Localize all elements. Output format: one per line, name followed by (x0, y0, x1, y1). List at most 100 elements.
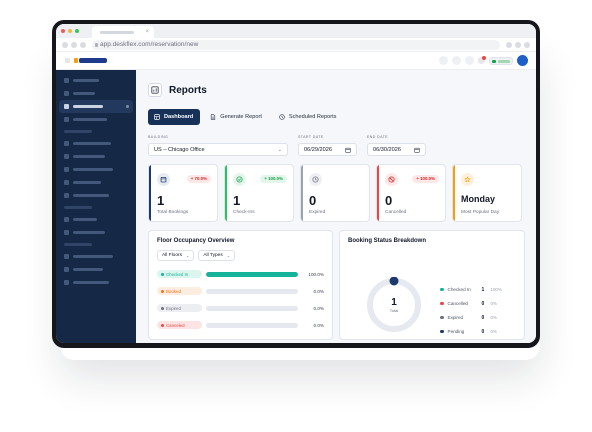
nav-icon (64, 230, 69, 235)
sidebar-item[interactable] (59, 263, 133, 276)
stat-card-most-popular-day[interactable]: Monday Most Popular Day (452, 164, 522, 222)
tab-dashboard[interactable]: Dashboard (148, 109, 201, 125)
occupancy-row: Expired 0.0% (157, 304, 324, 312)
browser-tab[interactable]: × (92, 26, 154, 38)
charts-row: Floor Occupancy Overview All Floors ⌄ All… (148, 230, 525, 340)
reload-icon[interactable] (80, 42, 86, 48)
nav-icon (64, 154, 69, 159)
stat-value: 0 (309, 193, 317, 208)
nav-label-placeholder (73, 218, 97, 221)
nav-label-placeholder (73, 168, 113, 171)
occupancy-bar (206, 288, 298, 294)
legend-item: Expired 0 0% (440, 314, 502, 321)
extension-icon[interactable] (506, 42, 512, 48)
chevron-down-icon: ⌄ (277, 146, 282, 153)
sidebar-item[interactable] (59, 226, 133, 239)
browser-menu-icon[interactable] (524, 42, 530, 48)
status-legend: Checked In 1 100% Cancelled 0 0% Expired 0 0% … (440, 286, 502, 335)
page-header: Reports (148, 82, 525, 98)
reports-icon (148, 83, 162, 97)
sidebar-section-caption (64, 243, 92, 246)
start-date-input[interactable]: 06/29/2026 (298, 143, 357, 156)
notification-icon[interactable] (478, 56, 486, 64)
close-tab-icon[interactable]: × (145, 28, 149, 36)
profile-icon[interactable] (515, 42, 521, 48)
nav-label-placeholder (73, 118, 107, 121)
tab-scheduled-reports[interactable]: Scheduled Reports (273, 109, 344, 125)
sidebar-item[interactable] (59, 113, 133, 126)
sidebar-item[interactable] (59, 74, 133, 87)
settings-icon[interactable] (452, 56, 461, 65)
address-bar[interactable]: app.deskflex.com/reservation/new (92, 40, 500, 50)
status-label: Canceled (166, 322, 185, 328)
status-pill[interactable] (489, 56, 513, 65)
legend-label: Expired (447, 315, 464, 320)
nav-icon (64, 280, 69, 285)
status-label: Checked In (166, 271, 189, 277)
status-pill: Checked In (157, 270, 202, 278)
occupancy-filters: All Floors ⌄ All Types ⌄ (149, 244, 332, 261)
stat-card-total-bookings[interactable]: + 70.0% 1 Total Bookings (148, 164, 218, 222)
sidebar-item[interactable] (59, 189, 133, 202)
stat-card-cancelled[interactable]: + 100.0% 0 Cancelled (376, 164, 446, 222)
nav-label-placeholder (73, 155, 105, 158)
sidebar-item[interactable] (59, 213, 133, 226)
nav-label-placeholder (73, 92, 95, 95)
sidebar-item[interactable] (59, 163, 133, 176)
minimize-window-button[interactable] (68, 29, 72, 33)
laptop-frame: × app.deskflex.com/reservation/new Repor… (52, 20, 540, 348)
forward-icon[interactable] (71, 42, 77, 48)
main-content: Reports Dashboard Generate Report Schedu… (136, 70, 536, 343)
nav-label-placeholder (73, 194, 109, 197)
status-pill: Expired (157, 304, 202, 312)
help-icon[interactable] (439, 56, 448, 65)
nav-icon (64, 167, 69, 172)
floor-select[interactable]: All Floors ⌄ (157, 250, 195, 261)
nav-icon (64, 267, 69, 272)
building-filter: BUILDING US – Chicago Office ⌄ (148, 135, 288, 156)
trend-badge: + 70.0% (186, 175, 211, 183)
maximize-window-button[interactable] (75, 29, 79, 33)
sidebar-item[interactable] (59, 87, 133, 100)
sidebar-item[interactable] (59, 276, 133, 289)
clock-icon (309, 173, 322, 186)
tab-label: Dashboard (164, 114, 194, 120)
star-icon (461, 173, 474, 186)
tab-generate-report[interactable]: Generate Report (204, 109, 269, 125)
sidebar-item[interactable] (59, 150, 133, 163)
status-label: Booked (166, 288, 181, 294)
sidebar-item-reports[interactable] (59, 100, 133, 113)
calendar-icon[interactable] (414, 147, 420, 153)
type-select[interactable]: All Types ⌄ (198, 250, 236, 261)
calendar-icon[interactable] (345, 147, 351, 153)
lock-icon (95, 43, 98, 47)
status-dot (161, 289, 164, 293)
legend-label: Checked In (447, 287, 471, 292)
stat-card-expired[interactable]: 0 Expired (300, 164, 370, 222)
sidebar-item[interactable] (59, 250, 133, 263)
stat-label: Total Bookings (157, 210, 189, 215)
occupancy-percent: 100.0% (308, 271, 324, 277)
calendar-icon (157, 173, 170, 186)
close-window-button[interactable] (61, 29, 65, 33)
stat-value: Monday (461, 194, 496, 204)
stat-label: Expired (309, 210, 326, 215)
building-select[interactable]: US – Chicago Office ⌄ (148, 143, 288, 156)
brand-logo-wordmark[interactable] (79, 58, 107, 63)
back-icon[interactable] (62, 42, 68, 48)
apps-icon[interactable] (465, 56, 474, 65)
sidebar-item[interactable] (59, 137, 133, 150)
user-avatar[interactable] (517, 55, 528, 66)
end-date-filter: END DATE 06/30/2026 (367, 135, 426, 156)
occupancy-bar (206, 271, 298, 277)
legend-count: 0 (481, 314, 485, 321)
legend-percent: 0% (490, 329, 497, 334)
stat-card-check-ins[interactable]: + 100.0% 1 Check-Ins (224, 164, 294, 222)
panel-title: Floor Occupancy Overview (157, 238, 235, 244)
browser-toolbar: app.deskflex.com/reservation/new (56, 38, 536, 52)
menu-toggle-icon[interactable] (65, 58, 70, 63)
sidebar-item[interactable] (59, 176, 133, 189)
end-date-input[interactable]: 06/30/2026 (367, 143, 426, 156)
end-date-label: END DATE (367, 135, 389, 139)
occupancy-bar-fill (206, 271, 298, 277)
